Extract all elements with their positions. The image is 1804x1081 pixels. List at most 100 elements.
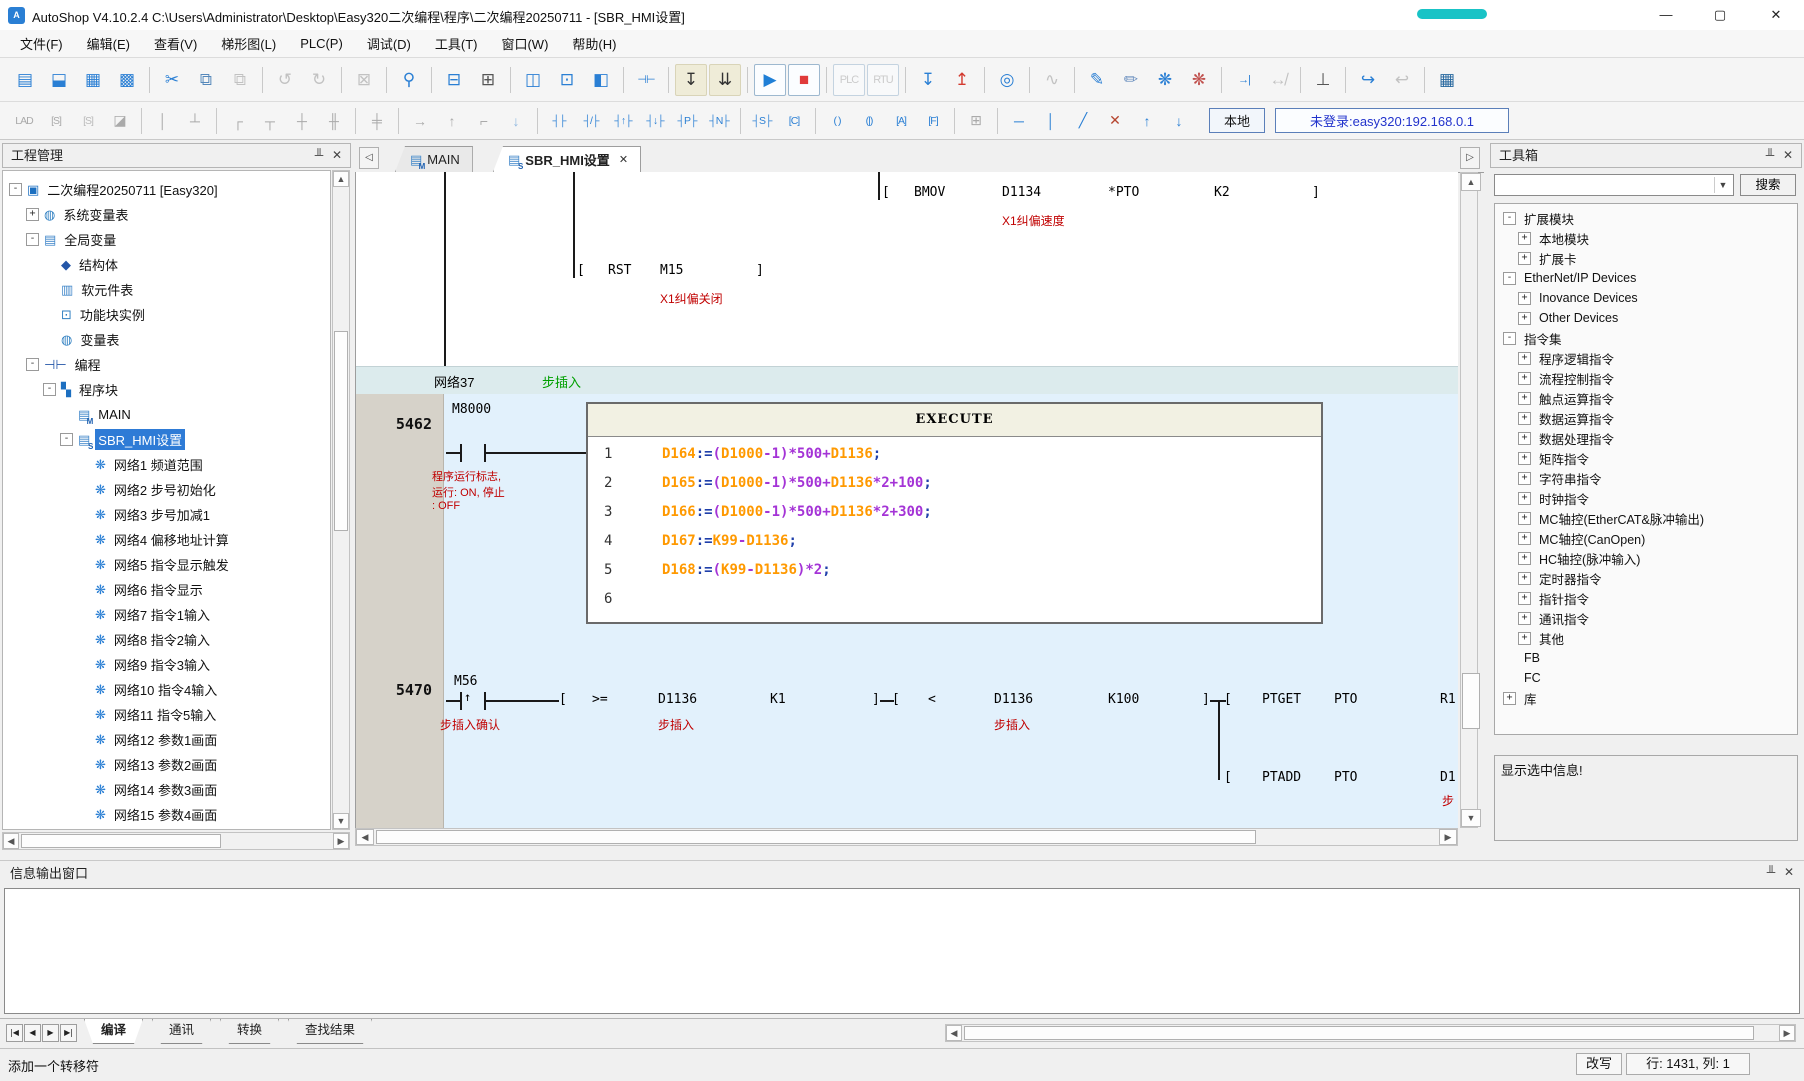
scroll-down-icon[interactable]: ▼ (1461, 809, 1481, 827)
tree-item-library[interactable]: +库 (1495, 688, 1797, 708)
tree-item-struct[interactable]: ◆结构体 (3, 252, 330, 277)
expand-icon[interactable]: + (1518, 372, 1531, 385)
chevron-down-icon[interactable]: ▼ (1714, 177, 1731, 193)
prev-tab-icon[interactable]: ◀ (24, 1024, 41, 1042)
expand-icon[interactable]: + (1518, 232, 1531, 245)
tree-item-flow-control[interactable]: +流程控制指令 (1495, 368, 1797, 388)
expand-icon[interactable]: + (1518, 352, 1531, 365)
window-cascade-icon[interactable]: ◫ (517, 64, 549, 96)
app-inst-f-icon[interactable]: [F] (918, 107, 948, 135)
editor-tab-sbr-hmi[interactable]: ▤SSBR_HMI设置✕ (493, 146, 641, 172)
tree-item-network-7[interactable]: ❋网络7 指令1输入 (3, 602, 330, 627)
step-into-icon[interactable]: ↪ (1352, 64, 1384, 96)
arrow-right-icon[interactable]: → (405, 107, 435, 135)
instruction-rst[interactable]: RST (608, 263, 631, 278)
close-icon[interactable]: ✕ (1779, 144, 1797, 167)
print-add-icon[interactable]: ⊞ (472, 64, 504, 96)
script-line[interactable]: 4D167:=K99-D1136; (588, 527, 1321, 556)
tree-item-network-13[interactable]: ❋网络13 参数2画面 (3, 752, 330, 777)
window-split-icon[interactable]: ◧ (585, 64, 617, 96)
collapse-icon[interactable]: - (43, 383, 56, 396)
expand-icon[interactable]: + (1518, 572, 1531, 585)
tree-item-hc-axis-pulse[interactable]: +HC轴控(脉冲输入) (1495, 548, 1797, 568)
tree-item-network-6[interactable]: ❋网络6 指令显示 (3, 577, 330, 602)
branch-cross-icon[interactable]: ┼ (287, 107, 317, 135)
editor-tab-main[interactable]: ▤MMAIN (395, 146, 473, 172)
tree-item-network-1[interactable]: ❋网络1 频道范围 (3, 452, 330, 477)
usb-connect-icon[interactable]: ⊥ (1307, 64, 1339, 96)
search-button[interactable]: 搜索 (1740, 174, 1796, 196)
lad-view-icon[interactable]: LAD (9, 107, 39, 135)
output-message-area[interactable] (4, 888, 1800, 1014)
contact-falling-icon[interactable]: ┤↓├ (640, 107, 670, 135)
menu-item-plc[interactable]: PLC(P) (290, 32, 353, 55)
tree-item-global-var[interactable]: -▤全局变量 (3, 227, 330, 252)
line-horizontal-icon[interactable]: ─ (1004, 107, 1034, 135)
collapse-icon[interactable]: - (9, 183, 22, 196)
expand-icon[interactable]: + (1518, 252, 1531, 265)
rtu-mode-icon[interactable]: RTU (867, 64, 899, 96)
wire-vertical-icon[interactable]: │ (148, 107, 178, 135)
scroll-down-icon[interactable]: ▼ (333, 813, 349, 829)
scroll-thumb[interactable] (376, 830, 1256, 844)
menu-item-ladder[interactable]: 梯形图(L) (211, 30, 286, 57)
script-line[interactable]: 1D164:=(D1000-1)*500+D1136; (588, 440, 1321, 469)
undo-icon[interactable]: ↺ (269, 64, 301, 96)
debug-run-icon[interactable]: ✎ (1081, 64, 1113, 96)
tree-item-var-table[interactable]: ◍变量表 (3, 327, 330, 352)
tree-item-fb[interactable]: FB (1495, 648, 1797, 668)
tree-item-network-12[interactable]: ❋网络12 参数1画面 (3, 727, 330, 752)
contact-symbol[interactable] (460, 444, 462, 462)
expand-icon[interactable]: + (1518, 292, 1531, 305)
network-delete-icon[interactable]: ❋ (1183, 64, 1215, 96)
coil-set-icon[interactable]: ┤S├ (747, 107, 777, 135)
script-line[interactable]: 3D166:=(D1000-1)*500+D1136*2+300; (588, 498, 1321, 527)
operand[interactable]: K2 (1214, 185, 1230, 200)
execute-script-block[interactable]: EXECUTE 1D164:=(D1000-1)*500+D1136;2D165… (586, 402, 1323, 624)
last-tab-icon[interactable]: ▶| (60, 1024, 77, 1042)
menu-item-file[interactable]: 文件(F) (10, 30, 73, 57)
tree-item-programming[interactable]: -⊣⊢编程 (3, 352, 330, 377)
tree-item-network-4[interactable]: ❋网络4 偏移地址计算 (3, 527, 330, 552)
move-down-icon[interactable]: ↓ (1164, 107, 1194, 135)
menu-item-view[interactable]: 查看(V) (144, 30, 207, 57)
scroll-up-icon[interactable]: ▲ (333, 171, 349, 187)
operand[interactable]: D1 (1440, 770, 1456, 785)
login-status-box[interactable]: 未登录:easy320:192.168.0.1 (1275, 108, 1509, 133)
network-config-icon[interactable]: ❋ (1149, 64, 1181, 96)
contact-label[interactable]: M56 (454, 674, 477, 689)
tree-item-other-devices[interactable]: +Other Devices (1495, 308, 1797, 328)
menu-item-debug[interactable]: 调试(D) (357, 30, 421, 57)
wire-bottom-icon[interactable]: ┴ (180, 107, 210, 135)
scroll-up-icon[interactable]: ▲ (1461, 173, 1481, 191)
copy-icon[interactable]: ⧉ (190, 64, 222, 96)
menu-item-window[interactable]: 窗口(W) (491, 30, 558, 57)
tree-item-mc-axis-ethercat[interactable]: +MC轴控(EtherCAT&脉冲输出) (1495, 508, 1797, 528)
expand-icon[interactable]: + (26, 208, 39, 221)
arrow-down-icon[interactable]: ↓ (501, 107, 531, 135)
instruction-table-icon[interactable]: ⊞ (961, 107, 991, 135)
tree-item-others[interactable]: +其他 (1495, 628, 1797, 648)
print-icon[interactable]: ⊟ (438, 64, 470, 96)
contact-symbol[interactable] (460, 692, 462, 710)
output-tab-communication[interactable]: 通讯 (152, 1019, 211, 1044)
tree-item-network-15[interactable]: ❋网络15 参数4画面 (3, 802, 330, 827)
tree-item-network-10[interactable]: ❋网络10 指令4输入 (3, 677, 330, 702)
toolbox-search-combo[interactable]: ▼ (1494, 174, 1734, 196)
collapse-icon[interactable]: - (1503, 212, 1516, 225)
save-icon[interactable]: ▦ (77, 64, 109, 96)
compare-operator[interactable]: < (928, 692, 936, 707)
instruction-ptadd[interactable]: PTADD (1262, 770, 1301, 785)
tab-scroll-right-icon[interactable]: ▷ (1460, 147, 1480, 169)
tree-item-network-14[interactable]: ❋网络14 参数3画面 (3, 777, 330, 802)
scroll-left-icon[interactable]: ◀ (356, 829, 374, 845)
search-icon[interactable]: ⚲ (393, 64, 425, 96)
close-button[interactable]: ✕ (1750, 0, 1802, 30)
local-mode-button[interactable]: 本地 (1209, 108, 1265, 133)
tree-item-network-8[interactable]: ❋网络8 指令2输入 (3, 627, 330, 652)
line-delete-all-icon[interactable]: ✕ (1100, 107, 1130, 135)
paste-icon[interactable]: ⧉ (224, 64, 256, 96)
open-folder-icon[interactable]: ⬓ (43, 64, 75, 96)
editor-hscrollbar[interactable]: ◀ ▶ (355, 828, 1458, 846)
operand[interactable]: D1136 (994, 692, 1033, 707)
